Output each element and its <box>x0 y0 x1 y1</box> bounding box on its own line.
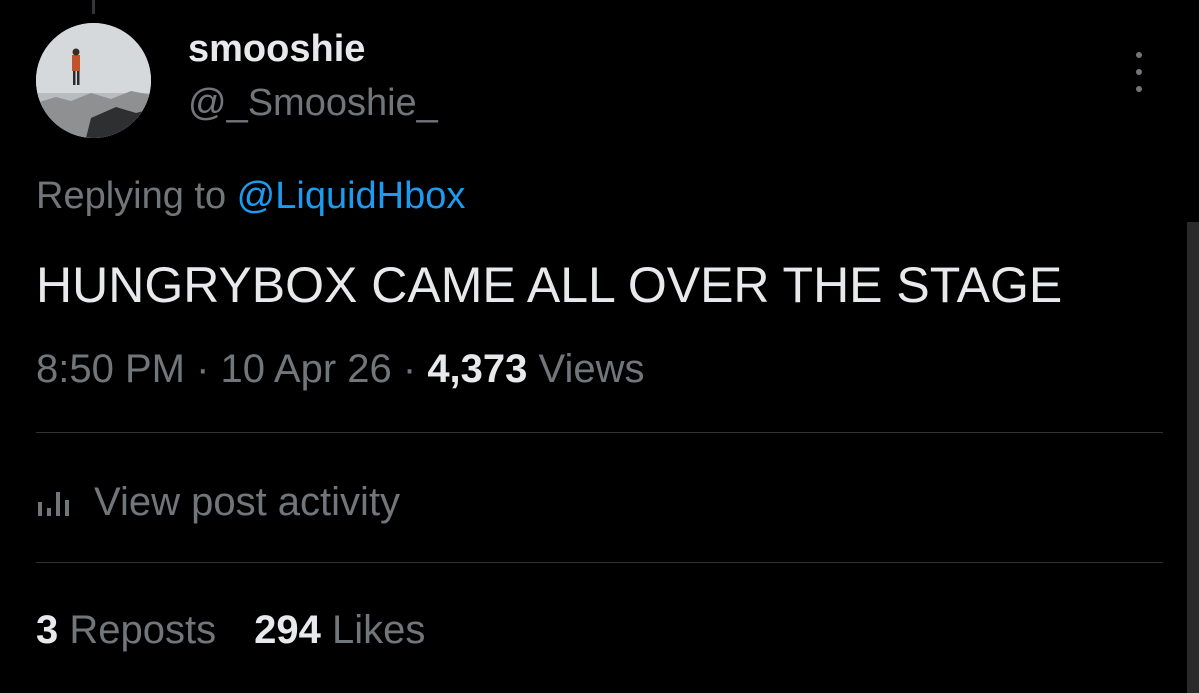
meta-separator: · <box>391 347 428 391</box>
reposts-label: Reposts <box>58 608 217 652</box>
replying-to-prefix: Replying to <box>36 175 237 217</box>
user-handle[interactable]: @_Smooshie_ <box>188 82 438 124</box>
replying-to: Replying to @LiquidHbox <box>36 173 465 219</box>
thread-connector-line <box>92 0 95 14</box>
bar-chart-icon <box>38 492 69 516</box>
reposts-count: 3 <box>36 608 59 652</box>
views-label: Views <box>527 347 645 391</box>
divider <box>36 562 1163 563</box>
post-text: HUNGRYBOX CAME ALL OVER THE STAGE <box>36 257 1063 313</box>
likes-label: Likes <box>320 608 426 652</box>
engagement-stats: 3 Reposts 294 Likes <box>36 604 425 656</box>
more-dot-icon <box>1136 52 1142 58</box>
likes-stat[interactable]: 294 Likes <box>254 608 425 652</box>
post-time[interactable]: 8:50 PM <box>36 347 185 391</box>
view-post-activity-button[interactable]: View post activity <box>36 476 400 528</box>
reposts-stat[interactable]: 3 Reposts <box>36 608 216 652</box>
avatar[interactable] <box>36 23 151 138</box>
more-dot-icon <box>1136 69 1142 75</box>
meta-separator: · <box>184 347 221 391</box>
display-name[interactable]: smooshie <box>188 28 365 70</box>
view-post-activity-label: View post activity <box>94 480 401 524</box>
more-dot-icon <box>1136 86 1142 92</box>
divider <box>36 432 1163 433</box>
views-count: 4,373 <box>427 347 528 391</box>
more-options-button[interactable] <box>1124 52 1154 92</box>
post-date[interactable]: 10 Apr 26 <box>221 347 392 391</box>
likes-count: 294 <box>254 608 321 652</box>
avatar-photo <box>36 23 151 138</box>
scrollbar[interactable] <box>1187 222 1199 693</box>
reply-mention-link[interactable]: @LiquidHbox <box>237 175 466 217</box>
post-meta: 8:50 PM · 10 Apr 26 · 4,373 Views <box>36 345 645 393</box>
